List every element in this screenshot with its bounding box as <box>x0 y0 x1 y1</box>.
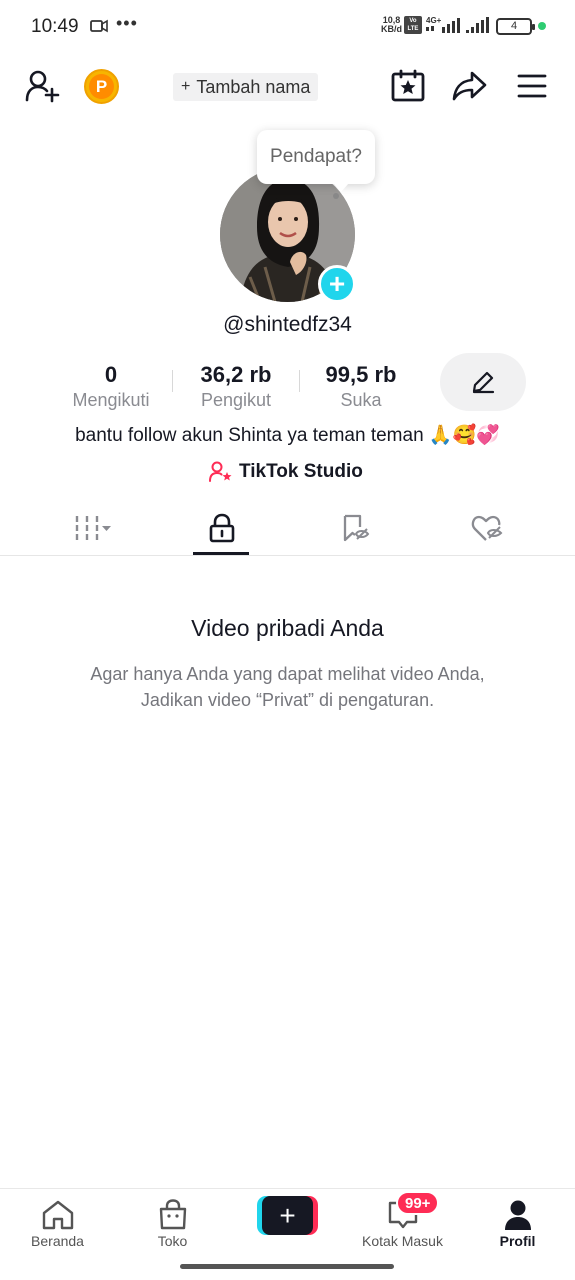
nav-profile-label: Profil <box>499 1233 536 1249</box>
menu-icon[interactable] <box>517 73 547 99</box>
tiktok-studio-link[interactable]: TikTok Studio <box>209 459 363 485</box>
network-speed: 10,8 KB/d <box>381 15 402 34</box>
plus-icon: + <box>262 1196 313 1235</box>
avatar-add-button[interactable]: + <box>318 265 356 303</box>
edit-profile-button[interactable] <box>440 353 526 411</box>
grid-icon <box>75 516 111 540</box>
nav-shop-label: Toko <box>157 1233 188 1249</box>
followers-label: Pengikut <box>200 390 272 410</box>
opinion-bubble[interactable]: Pendapat? <box>257 130 375 192</box>
nav-home-label: Beranda <box>31 1233 84 1249</box>
status-bar: 10:49 ••• 10,8 KB/d Vo LTE 4G+ 4 <box>0 0 575 52</box>
pencil-icon <box>472 371 495 394</box>
shopping-bag-icon <box>159 1199 186 1230</box>
bookmark-hidden-icon <box>343 514 369 542</box>
signal-icon <box>466 17 489 33</box>
home-icon <box>42 1200 73 1230</box>
status-more-dots: ••• <box>116 13 138 33</box>
stat-following[interactable]: 0 Mengikuti <box>60 362 162 412</box>
stat-likes[interactable]: 99,5 rb Suka <box>307 362 415 412</box>
stat-divider <box>172 370 173 392</box>
tab-videos[interactable] <box>22 500 165 556</box>
signal-4g-icon: 4G+ <box>426 16 460 33</box>
nav-home[interactable]: Beranda <box>0 1189 115 1259</box>
status-time: 10:49 <box>31 16 79 37</box>
empty-state-description: Agar hanya Anda yang dapat melihat video… <box>90 664 485 710</box>
add-name-label: Tambah nama <box>196 76 311 97</box>
empty-state-title: Video pribadi Anda <box>191 615 384 641</box>
tab-liked[interactable] <box>415 500 558 556</box>
add-user-icon[interactable] <box>25 69 61 103</box>
bio-text: bantu follow akun Shinta ya teman teman … <box>75 425 500 446</box>
add-name-button[interactable]: + Tambah nama <box>173 73 319 101</box>
privacy-indicator-dot <box>538 22 546 30</box>
username: @shintedfz34 <box>223 313 352 336</box>
calendar-star-icon[interactable] <box>391 69 425 103</box>
home-indicator[interactable] <box>180 1264 394 1269</box>
profile-icon <box>504 1200 531 1230</box>
create-button[interactable]: + <box>257 1196 318 1235</box>
video-recording-icon <box>90 19 108 33</box>
points-icon: P <box>89 74 114 99</box>
heart-hidden-icon <box>471 515 502 541</box>
studio-user-star-icon <box>209 461 232 482</box>
battery-icon: 4 <box>496 18 535 35</box>
following-count: 0 <box>104 362 118 387</box>
likes-label: Suka <box>340 390 382 410</box>
nav-shop[interactable]: Toko <box>115 1189 230 1259</box>
nav-inbox-label: Kotak Masuk <box>362 1233 443 1249</box>
tiktok-studio-label: TikTok Studio <box>239 461 363 482</box>
stat-followers[interactable]: 36,2 rb Pengikut <box>182 362 290 412</box>
svg-text:4G+: 4G+ <box>426 16 442 25</box>
volte-icon: Vo LTE <box>404 16 422 34</box>
add-name-plus: + <box>181 78 191 95</box>
likes-count: 99,5 rb <box>325 362 397 387</box>
stat-divider <box>299 370 300 392</box>
inbox-notification-badge: 99+ <box>396 1191 440 1215</box>
bubble-pointer-dot <box>333 193 339 199</box>
active-tab-indicator <box>193 552 249 555</box>
points-badge[interactable]: P <box>84 69 119 104</box>
lock-icon <box>209 513 234 543</box>
following-label: Mengikuti <box>72 390 150 410</box>
tab-favorites[interactable] <box>283 500 426 556</box>
content-tabs <box>0 500 575 556</box>
share-icon[interactable] <box>452 70 488 102</box>
tab-private[interactable] <box>150 500 293 556</box>
nav-profile[interactable]: Profil <box>460 1189 575 1259</box>
followers-count: 36,2 rb <box>200 362 272 387</box>
